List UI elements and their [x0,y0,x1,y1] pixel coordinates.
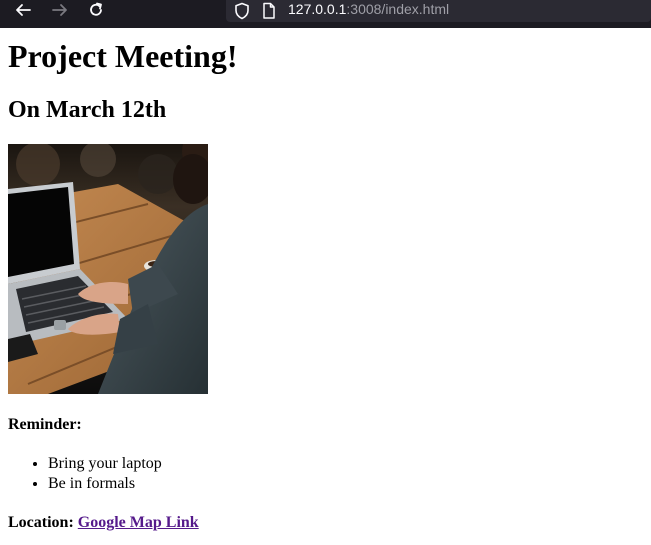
page-title: Project Meeting! [8,38,238,74]
location-line: Location: Google Map Link [8,513,199,533]
url-bar[interactable]: 127.0.0.1:3008/index.html [226,0,651,22]
reload-icon[interactable] [86,0,106,20]
list-item: Bring your laptop [48,454,162,474]
shield-icon[interactable] [234,2,250,25]
list-item: Be in formals [48,474,162,494]
location-label: Location: [8,514,74,531]
browser-toolbar: 127.0.0.1:3008/index.html [0,0,651,28]
url-host: 127.0.0.1 [288,1,347,17]
page-icon [262,2,276,25]
back-arrow-icon[interactable] [13,0,33,20]
url-text[interactable]: 127.0.0.1:3008/index.html [288,1,449,17]
reminder-list: Bring your laptop Be in formals [8,454,162,494]
reminder-heading: Reminder: [8,416,82,433]
url-path: :3008/index.html [346,1,450,17]
google-map-link[interactable]: Google Map Link [78,514,199,531]
page-subtitle: On March 12th [8,97,167,123]
laptop-photo [8,144,208,394]
forward-arrow-icon[interactable] [50,0,70,20]
